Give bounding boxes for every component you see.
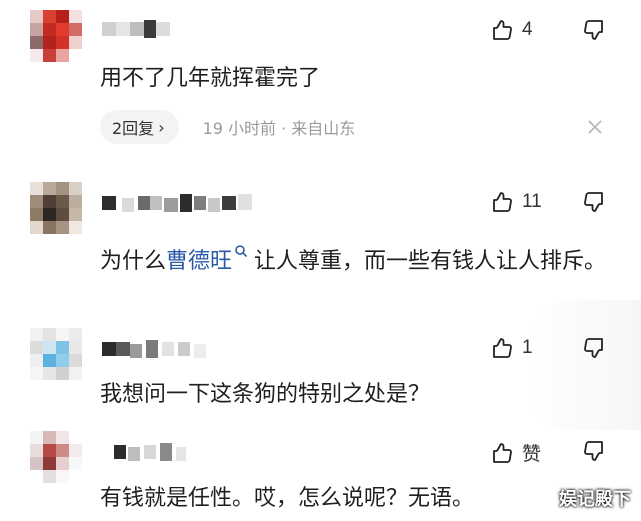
- like-button[interactable]: 4: [490, 18, 533, 42]
- comment-text-before: 为什么: [100, 249, 167, 274]
- username-blurred[interactable]: [102, 340, 212, 360]
- avatar[interactable]: [30, 182, 82, 234]
- chevron-right-icon: ›: [158, 117, 165, 137]
- thumbs-up-icon: [490, 18, 514, 42]
- comment-text: 我想问一下这条狗的特别之处是？: [100, 382, 431, 407]
- close-icon[interactable]: [586, 118, 604, 136]
- avatar[interactable]: [30, 431, 82, 483]
- username-blurred[interactable]: [102, 443, 192, 463]
- comment-text-after: 让人尊重，而一些有钱人让人排斥。: [254, 249, 607, 274]
- like-count: 11: [522, 191, 542, 212]
- comment-item: 1 我想问一下这条狗的特别之处是？: [0, 322, 641, 422]
- thumbs-down-icon[interactable]: [582, 190, 606, 214]
- reply-row: 2回复 › 19 小时前 · 来自山东: [100, 110, 355, 144]
- view-replies-button[interactable]: 2回复 ›: [100, 110, 179, 144]
- search-topic-icon[interactable]: [234, 231, 248, 258]
- thumbs-down-icon[interactable]: [582, 336, 606, 360]
- comment-item: 赞 有钱就是任性。哎，怎么说呢？无语。: [0, 425, 641, 521]
- comment-meta: 19 小时前 · 来自山东: [202, 119, 356, 138]
- like-button[interactable]: 1: [490, 336, 533, 360]
- username-blurred[interactable]: [102, 194, 262, 214]
- like-button[interactable]: 11: [490, 190, 542, 214]
- thumbs-up-icon: [490, 441, 514, 465]
- like-label: 赞: [522, 444, 542, 465]
- thumbs-down-icon[interactable]: [582, 18, 606, 42]
- reply-count-label: 2回复: [112, 119, 155, 138]
- like-count: 1: [522, 337, 533, 358]
- like-count: 4: [522, 19, 533, 40]
- thumbs-down-icon[interactable]: [582, 439, 606, 463]
- avatar[interactable]: [30, 10, 82, 62]
- thumbs-up-icon: [490, 336, 514, 360]
- like-button[interactable]: 赞: [490, 439, 541, 466]
- comment-text: 有钱就是任性。哎，怎么说呢？无语。: [100, 486, 475, 511]
- watermark: 娱记殿下: [559, 489, 631, 510]
- comment-text: 用不了几年就挥霍完了: [100, 66, 321, 91]
- comment-text: 为什么曹德旺 让人尊重，而一些有钱人让人排斥。: [100, 231, 610, 283]
- comment-item: 4 用不了几年就挥霍完了 2回复 › 19 小时前 · 来自山东: [0, 0, 641, 160]
- avatar[interactable]: [30, 328, 82, 380]
- comment-item: 11 为什么曹德旺 让人尊重，而一些有钱人让人排斥。: [0, 170, 641, 320]
- thumbs-up-icon: [490, 190, 514, 214]
- username-blurred[interactable]: [102, 20, 172, 40]
- topic-link[interactable]: 曹德旺: [166, 249, 232, 274]
